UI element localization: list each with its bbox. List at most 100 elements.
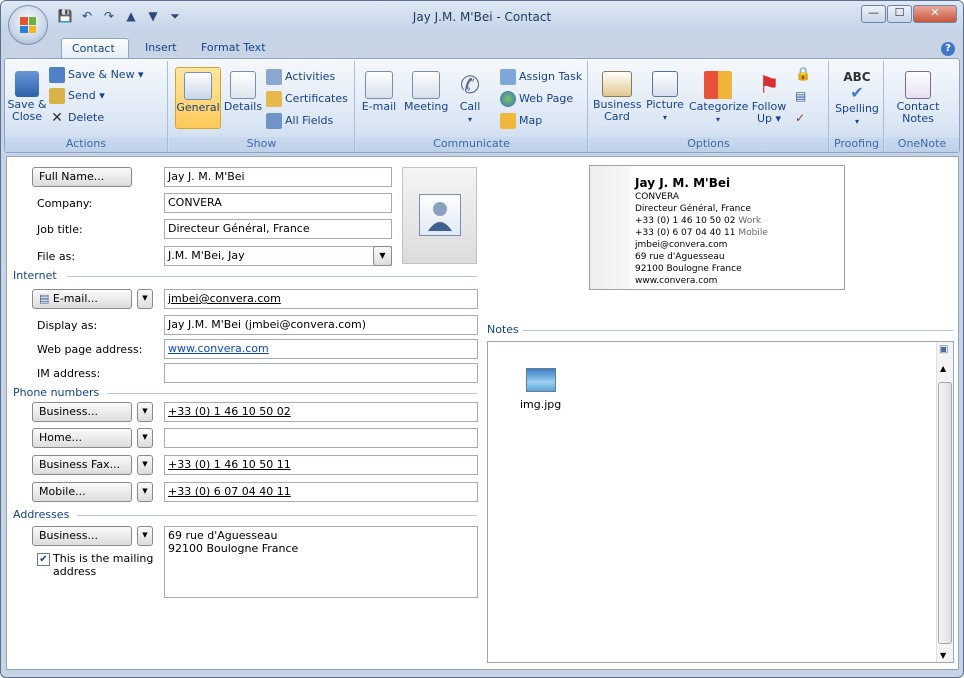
phones-section-label: Phone numbers [13,386,100,399]
phone-type-mobile[interactable]: Mobile... [32,482,132,502]
call-label: Call [459,100,481,113]
card-work-label: Work [738,216,762,226]
contact-window: 💾 ↶ ↷ ▲ ▼ ⏷ Jay J.M. M'Bei - Contact — ☐… [0,0,964,678]
send-icon [49,88,65,104]
ribbon: Save & Close Save & New ▾ Send ▾ ✕ Delete… [4,58,960,153]
notes-scrollbar[interactable]: ▣ ▲ ▼ [936,342,953,662]
email-type-button[interactable]: ▤ E-mail... [32,289,132,309]
file-as-value: J.M. M'Bei, Jay [168,249,245,262]
scroll-thumb[interactable] [938,382,952,644]
phone-fax-dropdown-icon[interactable]: ▼ [137,455,153,475]
call-arrow: ▾ [467,115,472,124]
notes-section-label: Notes [487,323,519,336]
details-label: Details [223,100,263,113]
phone-type-home[interactable]: Home... [32,428,132,448]
email-dropdown-icon[interactable]: ▼ [137,289,153,309]
tab-contact[interactable]: Contact [61,38,129,59]
all-fields-label: All Fields [285,114,334,127]
maximize-button[interactable]: ☐ [887,5,912,23]
address-dropdown-icon[interactable]: ▼ [137,526,153,546]
activities-icon [266,69,282,85]
spelling-button[interactable]: ABC ✔ Spelling ▾ [834,69,880,128]
web-page-field[interactable]: www.convera.com [164,339,478,359]
map-button[interactable]: Map [500,113,542,129]
attachment-name[interactable]: img.jpg [520,398,561,411]
im-address-field[interactable] [164,363,478,383]
file-as-dropdown-icon[interactable]: ▼ [373,246,392,266]
close-button[interactable]: ✕ [913,5,957,23]
tab-insert[interactable]: Insert [135,38,187,59]
phone-type-business-fax[interactable]: Business Fax... [32,455,132,475]
delete-label: Delete [68,111,105,124]
scroll-options-icon[interactable]: ▣ [939,344,948,355]
meeting-label: Meeting [404,100,449,113]
contact-notes-button[interactable]: Contact Notes [893,71,943,125]
delete-button[interactable]: ✕ Delete [49,110,104,126]
group-label-onenote: OneNote [885,137,959,152]
group-label-communicate: Communicate [356,137,587,152]
all-fields-button[interactable]: All Fields [266,113,333,129]
file-as-field[interactable]: J.M. M'Bei, Jay [164,246,392,266]
email-button[interactable]: E-mail [360,71,398,113]
ribbon-tabs: Contact Insert Format Text ? [1,33,963,59]
address-book-icon[interactable]: ▤ [795,89,806,103]
phone-business-field[interactable]: +33 (0) 1 46 10 50 02 [164,402,478,422]
check-names-icon[interactable]: ✓ [795,111,805,125]
email-field[interactable]: jmbei@convera.com [164,289,478,309]
save-new-button[interactable]: Save & New ▾ [49,67,144,83]
tab-format-text[interactable]: Format Text [191,38,276,59]
scroll-down-icon[interactable]: ▼ [940,651,946,660]
phone-business-dropdown-icon[interactable]: ▼ [137,402,153,422]
office-button[interactable] [8,5,48,45]
help-icon[interactable]: ? [941,42,955,56]
phone-type-business[interactable]: Business... [32,402,132,422]
notes-area[interactable]: img.jpg ▣ ▲ ▼ [487,341,954,663]
job-title-field[interactable]: Directeur Général, France [164,219,392,239]
card-work-phone: +33 (0) 1 46 10 50 02 [635,216,736,226]
follow-up-button[interactable]: ⚑ Follow Up ▾ [749,71,789,125]
display-as-label: Display as: [37,319,98,332]
phone-home-field[interactable] [164,428,478,448]
company-field[interactable]: CONVERA [164,193,392,213]
phone-mobile-dropdown-icon[interactable]: ▼ [137,482,153,502]
minimize-button[interactable]: — [861,5,886,23]
private-lock-icon[interactable]: 🔒 [795,67,811,82]
mailing-address-label: This is the mailing address [53,552,154,578]
full-name-field[interactable]: Jay J. M. M'Bei [164,167,392,187]
mailing-address-checkbox[interactable]: ✔ [37,553,50,566]
map-icon [500,113,516,129]
call-button[interactable]: ✆ Call ▾ [454,71,486,126]
save-close-button[interactable]: Save & Close [7,71,47,123]
save-new-icon [49,67,65,83]
delete-icon: ✕ [51,110,63,126]
business-card-preview[interactable]: Jay J. M. M'Bei CONVERA Directeur Généra… [589,165,845,290]
group-label-actions: Actions [5,137,167,152]
address-field[interactable]: 69 rue d'Aguesseau 92100 Boulogne France [164,526,478,598]
meeting-button[interactable]: Meeting [404,71,448,113]
phone-fax-field[interactable]: +33 (0) 1 46 10 50 11 [164,455,478,475]
notes-label: Notes [902,112,934,125]
picture-icon [652,71,678,97]
web-page-label: Web Page [519,92,574,105]
details-button[interactable]: Details [223,71,263,113]
assign-task-button[interactable]: Assign Task [500,69,582,85]
group-onenote: Contact Notes OneNote [885,61,959,152]
phone-mobile-field[interactable]: +33 (0) 6 07 04 40 11 [164,482,478,502]
certificates-button[interactable]: Certificates [266,91,348,107]
scroll-up-icon[interactable]: ▲ [940,364,946,373]
job-title-label: Job title: [37,223,83,236]
business-card-button[interactable]: Business Card [593,71,642,123]
activities-button[interactable]: Activities [266,69,335,85]
web-page-button[interactable]: Web Page [500,91,573,107]
categorize-button[interactable]: Categorize ▾ [689,71,748,126]
display-as-field[interactable]: Jay J.M. M'Bei (jmbei@convera.com) [164,315,478,335]
contact-picture[interactable] [402,167,477,264]
send-button[interactable]: Send ▾ [49,88,105,104]
image-attachment-icon[interactable] [526,368,556,392]
general-button[interactable]: General [175,67,221,129]
address-type-button[interactable]: Business... [32,526,132,546]
full-name-button[interactable]: Full Name... [32,167,132,187]
phone-home-dropdown-icon[interactable]: ▼ [137,428,153,448]
picture-button[interactable]: Picture ▾ [645,71,685,124]
details-icon [230,71,256,99]
